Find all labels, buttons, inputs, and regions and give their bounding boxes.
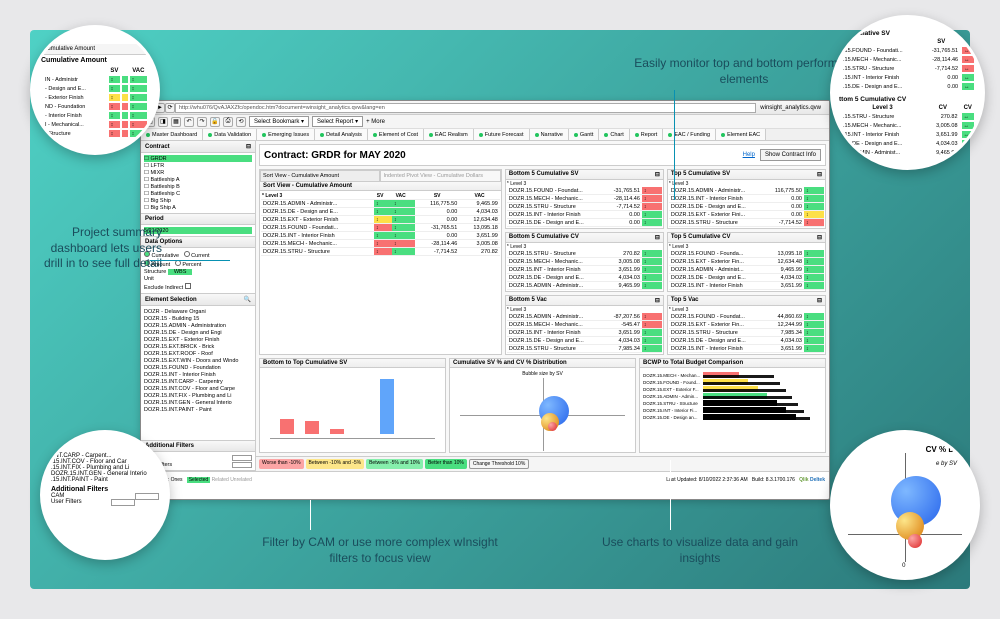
contract-item[interactable]: ☐ MIXR <box>144 169 252 176</box>
lock-icon[interactable]: 🔒 <box>210 117 220 127</box>
tab-gantt[interactable]: Gantt <box>569 129 599 140</box>
tab-data-validation[interactable]: Data Validation <box>203 129 257 140</box>
footer: Unit Scale: Ones Selected Related Unrela… <box>141 471 829 487</box>
tab-emerging-issues[interactable]: Emerging Issues <box>257 129 315 140</box>
repeat-icon[interactable]: ⟲ <box>236 117 246 127</box>
contract-item[interactable]: ☐ Battleship A <box>144 176 252 183</box>
contract-item[interactable]: ☐ Battleship B <box>144 183 252 190</box>
panel-controls-icon[interactable]: ⊟ <box>246 143 251 150</box>
contract-header: Contract: GRDR for MAY 2020 Help Show Co… <box>259 144 826 166</box>
element-item[interactable]: DOZR.15.INT.CARP - Carpentry <box>144 378 252 385</box>
panel-menu-icon[interactable]: ⊟ <box>817 171 822 178</box>
tool-icon[interactable]: ▦ <box>171 117 181 127</box>
tab-future-forecast[interactable]: Future Forecast <box>474 129 530 140</box>
panel-menu-icon[interactable]: ⊟ <box>817 297 822 304</box>
panel-menu-icon[interactable]: ⊟ <box>817 234 822 241</box>
element-item[interactable]: DOZR.15.INT - Interior Finish <box>144 371 252 378</box>
panel-menu-icon[interactable]: ⊟ <box>655 297 660 304</box>
bubble-chart-panel: Cumulative SV % and CV % Distribution Bu… <box>449 358 636 453</box>
sidebar: Contract⊟ ☐ GRDR☐ LFTR☐ MIXR☐ Battleship… <box>141 141 256 471</box>
contract-title: Contract: GRDR for MAY 2020 <box>264 150 406 161</box>
panel-menu-icon[interactable]: ⊟ <box>655 171 660 178</box>
browser-tab[interactable]: winsight_analytics.qvw <box>760 105 821 111</box>
exclude-checkbox[interactable] <box>185 283 191 289</box>
indented-view-tab[interactable]: Indented Pivot View - Cumulative Dollars <box>380 170 500 182</box>
tab-detail-analysis[interactable]: Detail Analysis <box>315 129 368 140</box>
app-window: ◄ ► ⟳ http://whu076/QvAJAXZfc/opendoc.ht… <box>140 100 830 500</box>
element-item[interactable]: DOZR.15.INT.PAINT - Paint <box>144 406 252 413</box>
tool-icon[interactable]: ◨ <box>158 117 168 127</box>
bar-chart[interactable] <box>260 368 445 449</box>
element-item[interactable]: DOZR.15.DE - Design and Engi <box>144 329 252 336</box>
callout-bottom-left: .INT.CARP - Carpent....15.INT.COV - Floo… <box>40 430 170 560</box>
annotation-bottom-right: Use charts to visualize data and gain in… <box>600 535 800 566</box>
element-item[interactable]: DOZR - Delaware Organi <box>144 308 252 315</box>
tab-report[interactable]: Report <box>630 129 664 140</box>
filters-title: Additional Filters <box>141 441 255 452</box>
top5cv-panel: Top 5 Cumulative CV⊟* Level 3DOZR.15.FOU… <box>667 232 826 292</box>
app-toolbar: ◧ ◨ ▦ ↶ ↷ 🔒 ⎙ ⟲ Select Bookmark ▾ Select… <box>141 115 829 129</box>
redo-icon[interactable]: ↷ <box>197 117 207 127</box>
bcwp-chart[interactable]: DOZR.15.MECH - Mechan...DOZR.15.FOUND - … <box>640 368 825 449</box>
top5sv-panel: Top 5 Cumulative SV⊟* Level 3DOZR.15.ADM… <box>667 169 826 229</box>
contract-panel-title: Contract⊟ <box>141 141 255 153</box>
element-item[interactable]: DOZR.15.EXT - Exterior Finish <box>144 336 252 343</box>
user-filter-dropdown[interactable] <box>232 462 252 468</box>
structure-value[interactable]: WBS <box>168 269 193 275</box>
element-item[interactable]: DOZR.15 - Building 15 <box>144 315 252 322</box>
callout-bottom-right: CV % Di... e by SV 0 <box>830 430 980 580</box>
reload-button[interactable]: ⟳ <box>165 103 175 113</box>
cam-dropdown[interactable] <box>232 455 252 461</box>
contract-item[interactable]: ☐ Big Ship <box>144 197 252 204</box>
element-item[interactable]: DOZR.15.EXT.ROOF - Roof <box>144 350 252 357</box>
sort-view-tab[interactable]: Sort View - Cumulative Amount <box>260 170 380 182</box>
element-item[interactable]: DOZR.15.INT.FIX - Plumbing and Li <box>144 392 252 399</box>
callout-top-left: Cumulative Amount Cumulative Amount SVVA… <box>30 25 160 155</box>
sort-view-title: Sort View - Cumulative Amount <box>260 182 501 191</box>
tab-element-eac[interactable]: Element EAC <box>716 129 766 140</box>
help-link[interactable]: Help <box>743 152 755 158</box>
element-item[interactable]: DOZR.15.ADMIN - Administration <box>144 322 252 329</box>
report-dropdown[interactable]: Select Report ▾ <box>312 116 363 127</box>
annotation-left: Project summary dashboard lets users dri… <box>42 225 162 272</box>
url-bar[interactable]: http://whu076/QvAJAXZfc/opendoc.htm?docu… <box>175 103 756 113</box>
undo-icon[interactable]: ↶ <box>184 117 194 127</box>
show-contract-info-button[interactable]: Show Contract Info <box>760 149 821 161</box>
panel-menu-icon[interactable]: ⊟ <box>655 234 660 241</box>
tab-narrative[interactable]: Narrative <box>530 129 569 140</box>
top5vac-panel: Top 5 Vac⊟* Level 3DOZR.15.FOUND - Found… <box>667 295 826 355</box>
contract-item[interactable]: ☐ GRDR <box>144 155 252 162</box>
bubble-chart[interactable]: Bubble size by SV <box>450 368 635 461</box>
more-link[interactable]: + More <box>366 119 385 125</box>
radio-current[interactable] <box>184 251 190 257</box>
element-item[interactable]: DOZR.15.FOUND - Foundation <box>144 364 252 371</box>
element-selection-title: Element Selection🔍 <box>141 294 255 306</box>
contract-item[interactable]: ☐ LFTR <box>144 162 252 169</box>
tab-eac-realism[interactable]: EAC Realism <box>424 129 474 140</box>
annotation-top: Easily monitor top and bottom performing… <box>634 56 854 87</box>
element-item[interactable]: DOZR.15.INT.GEN - General Interio <box>144 399 252 406</box>
callout-top-right: 5 Cumulative SV SVSV.15.FOUND - Foundati… <box>830 15 985 170</box>
period-label: Period <box>141 214 255 225</box>
search-icon[interactable]: 🔍 <box>244 296 251 303</box>
bottom5vac-panel: Bottom 5 Vac⊟* Level 3DOZR.15.ADMIN - Ad… <box>505 295 664 355</box>
print-icon[interactable]: ⎙ <box>223 117 233 127</box>
contract-item[interactable]: ☐ Battleship C <box>144 190 252 197</box>
bottom5cv-panel: Bottom 5 Cumulative CV⊟* Level 3DOZR.15.… <box>505 232 664 292</box>
browser-toolbar: ◄ ► ⟳ http://whu076/QvAJAXZfc/opendoc.ht… <box>141 101 829 115</box>
bottom5sv-panel: Bottom 5 Cumulative SV⊟* Level 3DOZR.15.… <box>505 169 664 229</box>
bookmark-dropdown[interactable]: Select Bookmark ▾ <box>249 116 309 127</box>
contract-item[interactable]: ☐ Big Ship A <box>144 204 252 211</box>
tab-element-of-cost[interactable]: Element of Cost <box>368 129 424 140</box>
element-item[interactable]: DOZR.15.EXT.BRICK - Brick <box>144 343 252 350</box>
nav-tabs: Master DashboardData ValidationEmerging … <box>141 129 829 141</box>
element-item[interactable]: DOZR.15.EXT.WIN - Doors and Windo <box>144 357 252 364</box>
bcwp-chart-panel: BCWP to Total Budget Comparison DOZR.15.… <box>639 358 826 453</box>
tab-chart[interactable]: Chart <box>599 129 629 140</box>
bar-chart-panel: Bottom to Top Cumulative SV <box>259 358 446 453</box>
element-item[interactable]: DOZR.15.INT.COV - Floor and Carpe <box>144 385 252 392</box>
tab-eac-funding[interactable]: EAC / Funding <box>663 129 716 140</box>
tab-master-dashboard[interactable]: Master Dashboard <box>141 129 203 140</box>
annotation-bottom-left: Filter by CAM or use more complex wInsig… <box>250 535 510 566</box>
